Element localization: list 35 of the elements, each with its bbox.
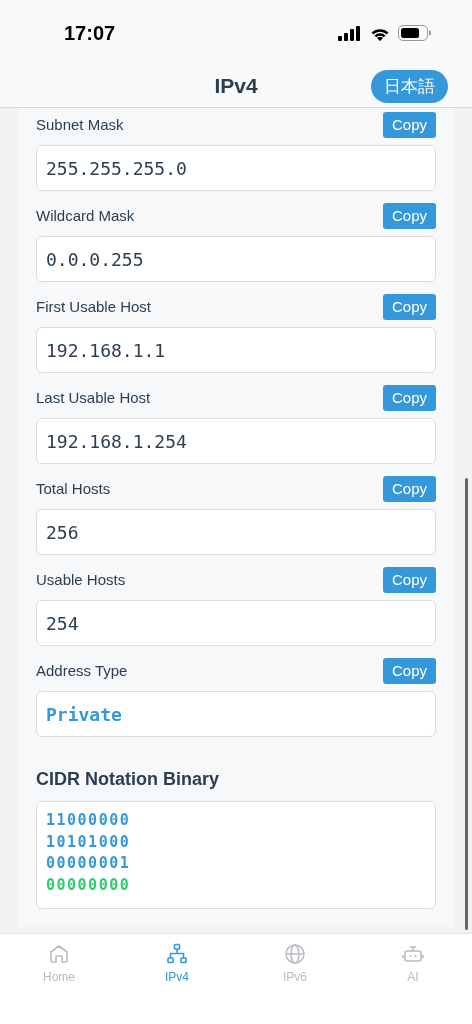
- network-icon: [165, 942, 189, 966]
- copy-button[interactable]: Copy: [382, 112, 436, 138]
- field-label: Wildcard Mask: [36, 205, 135, 226]
- field-label: First Usable Host: [36, 296, 152, 317]
- copy-button[interactable]: Copy: [382, 385, 436, 411]
- tab[interactable]: IPv4: [118, 942, 236, 986]
- tab[interactable]: AI: [354, 942, 472, 986]
- binary-output: 11000000 10101000 00000001 00000000: [36, 801, 436, 909]
- value-field[interactable]: 255.255.255.0: [36, 145, 436, 191]
- field-label: Last Usable Host: [36, 387, 151, 408]
- value-field[interactable]: 256: [36, 509, 436, 555]
- value-field[interactable]: 254: [36, 600, 436, 646]
- status-time: 17:07: [64, 21, 116, 46]
- language-button[interactable]: 日本語: [371, 70, 448, 103]
- signal-icon: [338, 25, 362, 41]
- copy-button[interactable]: Copy: [382, 658, 436, 684]
- value-field[interactable]: 192.168.1.254: [36, 418, 436, 464]
- section-heading: CIDR Notation Binary: [36, 768, 220, 791]
- copy-button[interactable]: Copy: [382, 476, 436, 502]
- tab[interactable]: IPv6: [236, 942, 354, 986]
- copy-button[interactable]: Copy: [382, 203, 436, 229]
- value-field[interactable]: 0.0.0.255: [36, 236, 436, 282]
- value-field[interactable]: Private: [36, 691, 436, 737]
- battery-icon: [398, 25, 432, 41]
- field-label: Subnet Mask: [36, 114, 124, 135]
- copy-button[interactable]: Copy: [382, 567, 436, 593]
- field-label: Total Hosts: [36, 478, 111, 499]
- field-label: Usable Hosts: [36, 569, 126, 590]
- value-field[interactable]: 192.168.1.1: [36, 327, 436, 373]
- copy-button[interactable]: Copy: [382, 294, 436, 320]
- field-label: Address Type: [36, 660, 128, 681]
- tab[interactable]: Home: [0, 942, 118, 986]
- globe-icon: [283, 942, 307, 966]
- home-icon: [47, 942, 71, 966]
- page-title: IPv4: [214, 72, 258, 99]
